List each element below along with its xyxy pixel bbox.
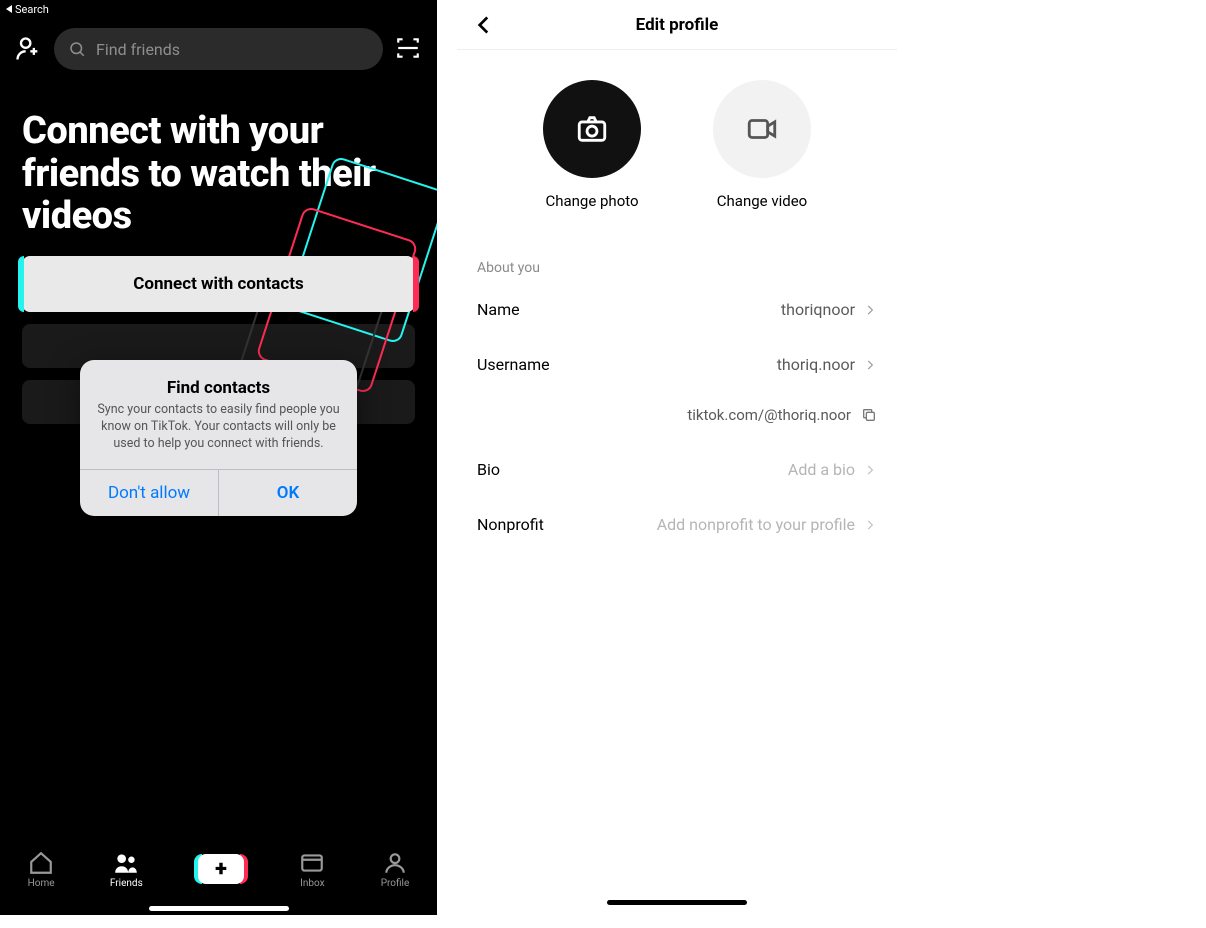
username-row[interactable]: Username thoriq.noor bbox=[457, 337, 897, 392]
change-photo-item[interactable]: Change photo bbox=[543, 80, 641, 210]
chevron-right-icon bbox=[863, 303, 877, 317]
search-placeholder: Find friends bbox=[96, 40, 180, 59]
find-contacts-dialog: Find contacts Sync your contacts to easi… bbox=[80, 360, 357, 516]
name-value: thoriqnoor bbox=[781, 300, 855, 319]
plus-icon: + bbox=[198, 854, 244, 884]
status-bar: Search bbox=[0, 0, 437, 16]
bio-label: Bio bbox=[477, 460, 500, 479]
nonprofit-placeholder: Add nonprofit to your profile bbox=[657, 515, 855, 534]
back-button[interactable] bbox=[471, 12, 497, 38]
header-title: Edit profile bbox=[636, 15, 719, 35]
search-icon bbox=[68, 40, 86, 58]
nav-home-label: Home bbox=[28, 878, 55, 889]
dialog-message: Sync your contacts to easily find people… bbox=[96, 402, 341, 453]
profile-url-row: tiktok.com/@thoriq.noor bbox=[457, 392, 897, 442]
about-you-section-label: About you bbox=[457, 260, 897, 276]
qr-scan-icon[interactable] bbox=[395, 35, 423, 63]
media-row: Change photo Change video bbox=[457, 50, 897, 240]
back-triangle-icon bbox=[6, 5, 12, 13]
change-video-label: Change video bbox=[717, 192, 807, 210]
avatar-circle bbox=[543, 80, 641, 178]
nav-create[interactable]: + bbox=[198, 854, 244, 884]
bio-value-wrap: Add a bio bbox=[788, 460, 877, 479]
chevron-left-icon bbox=[471, 12, 497, 38]
bio-placeholder: Add a bio bbox=[788, 460, 855, 479]
dialog-title: Find contacts bbox=[96, 378, 341, 398]
search-input[interactable]: Find friends bbox=[54, 28, 383, 70]
dont-allow-button[interactable]: Don't allow bbox=[80, 470, 218, 516]
username-value: thoriq.noor bbox=[777, 355, 855, 374]
ok-button[interactable]: OK bbox=[218, 470, 357, 516]
friends-screen: Search Find friends Connect with your fr… bbox=[0, 0, 437, 915]
change-photo-label: Change photo bbox=[545, 192, 638, 210]
nav-profile-label: Profile bbox=[381, 878, 410, 889]
connect-contacts-label: Connect with contacts bbox=[133, 274, 303, 294]
home-indicator bbox=[607, 900, 747, 905]
chevron-right-icon bbox=[863, 463, 877, 477]
add-friend-icon[interactable] bbox=[14, 35, 42, 63]
username-label: Username bbox=[477, 355, 550, 374]
dialog-actions: Don't allow OK bbox=[80, 469, 357, 516]
hero-section: Connect with your friends to watch their… bbox=[0, 80, 437, 256]
chevron-right-icon bbox=[863, 358, 877, 372]
nav-friends-label: Friends bbox=[110, 878, 143, 889]
home-indicator bbox=[149, 906, 289, 911]
video-icon bbox=[745, 112, 779, 146]
nav-inbox-label: Inbox bbox=[300, 878, 324, 889]
connect-contacts-button[interactable]: Connect with contacts bbox=[22, 256, 415, 312]
name-label: Name bbox=[477, 300, 520, 319]
nonprofit-label: Nonprofit bbox=[477, 515, 544, 534]
inbox-icon bbox=[299, 850, 325, 876]
bottom-nav: Home Friends + Inbox Profile bbox=[0, 837, 437, 915]
nav-friends[interactable]: Friends bbox=[110, 850, 143, 889]
profile-url: tiktok.com/@thoriq.noor bbox=[687, 406, 851, 424]
nav-profile[interactable]: Profile bbox=[381, 850, 410, 889]
profile-icon bbox=[382, 850, 408, 876]
edit-profile-header: Edit profile bbox=[457, 0, 897, 50]
nonprofit-row[interactable]: Nonprofit Add nonprofit to your profile bbox=[457, 497, 897, 552]
top-row: Find friends bbox=[0, 16, 437, 80]
nonprofit-value-wrap: Add nonprofit to your profile bbox=[657, 515, 877, 534]
bio-row[interactable]: Bio Add a bio bbox=[457, 442, 897, 497]
dialog-body: Find contacts Sync your contacts to easi… bbox=[80, 360, 357, 469]
video-circle bbox=[713, 80, 811, 178]
back-to-search-label: Search bbox=[15, 3, 49, 16]
copy-icon[interactable] bbox=[861, 407, 877, 423]
friends-icon bbox=[113, 850, 139, 876]
nav-home[interactable]: Home bbox=[28, 850, 55, 889]
back-to-search[interactable]: Search bbox=[6, 3, 49, 16]
nav-inbox[interactable]: Inbox bbox=[299, 850, 325, 889]
change-video-item[interactable]: Change video bbox=[713, 80, 811, 210]
camera-icon bbox=[575, 112, 609, 146]
name-value-wrap: thoriqnoor bbox=[781, 300, 877, 319]
username-value-wrap: thoriq.noor bbox=[777, 355, 877, 374]
home-icon bbox=[28, 850, 54, 876]
edit-profile-screen: Edit profile Change photo Change video A… bbox=[457, 0, 897, 915]
name-row[interactable]: Name thoriqnoor bbox=[457, 282, 897, 337]
chevron-right-icon bbox=[863, 518, 877, 532]
